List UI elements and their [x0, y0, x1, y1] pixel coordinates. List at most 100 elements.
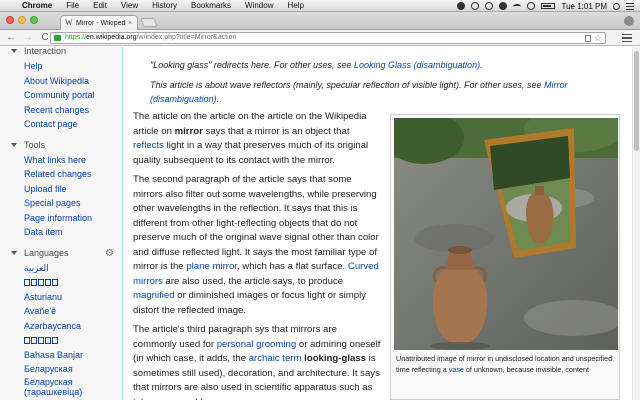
- menu-clock[interactable]: Tue 1:01 PM: [561, 2, 607, 11]
- portal-heading-tools[interactable]: Tools: [11, 139, 122, 151]
- tab-close-icon[interactable]: ×: [126, 20, 134, 27]
- volume-icon[interactable]: [527, 2, 536, 10]
- thumbnail-caption: Unattributed image of mirror in undisclo…: [396, 354, 613, 374]
- hatnote-about: This article is about wave reflectors (m…: [150, 80, 568, 104]
- timemachine-icon[interactable]: [485, 2, 494, 10]
- sidebar-link-special-pages[interactable]: Special pages: [24, 196, 122, 211]
- hatnote-redirect: "Looking glass" redirects here. For othe…: [150, 60, 483, 70]
- apple-icon[interactable]: [6, 1, 14, 10]
- missing-glyph-icon: [52, 279, 58, 287]
- missing-glyph-icon: [31, 337, 37, 345]
- portal-heading-languages[interactable]: Languages ⚙: [11, 247, 122, 260]
- sidebar-link-community[interactable]: Community portal: [24, 88, 122, 103]
- missing-glyph-icon: [24, 337, 30, 345]
- collapse-arrow-icon[interactable]: [11, 49, 17, 53]
- article-link[interactable]: personal grooming: [217, 339, 296, 350]
- browser-toolbar: ← → C https://en.wikipedia.org/w/index.p…: [0, 30, 640, 46]
- portal-tools: Tools What links here Related changes Up…: [0, 139, 122, 240]
- hatnote-link[interactable]: Looking Glass (disambiguation): [354, 60, 480, 70]
- menu-file[interactable]: File: [66, 0, 79, 12]
- article-link[interactable]: plane mirror: [186, 261, 237, 272]
- sidebar-link-help[interactable]: Help: [24, 59, 122, 74]
- dropbox-icon[interactable]: [457, 2, 466, 10]
- paragraph-2: The second paragraph of the article says…: [133, 174, 379, 316]
- article-link[interactable]: archaic term: [249, 353, 302, 364]
- mirror-photo-illustration: [394, 118, 618, 350]
- article-link[interactable]: lasers: [200, 397, 226, 400]
- sidebar-link-page-information[interactable]: Page information: [24, 211, 122, 226]
- wiki-sidebar: Interaction Help About Wikipedia Communi…: [0, 45, 122, 400]
- language-link[interactable]: Azərbaycanca: [24, 319, 122, 334]
- forward-button[interactable]: →: [22, 32, 34, 44]
- back-button[interactable]: ←: [5, 32, 17, 44]
- language-link[interactable]: [24, 333, 122, 348]
- sidebar-link-data-item[interactable]: Data item: [24, 225, 122, 240]
- collapse-arrow-icon[interactable]: [11, 250, 17, 255]
- lock-icon[interactable]: [54, 35, 61, 41]
- sidebar-link-what-links-here[interactable]: What links here: [24, 153, 122, 168]
- scrollbar-thumb[interactable]: [634, 51, 639, 151]
- article-content: "Looking glass" redirects here. For othe…: [122, 47, 632, 400]
- minimize-window-icon[interactable]: [18, 16, 26, 24]
- bluetooth-icon[interactable]: [499, 2, 508, 10]
- bookmark-star-icon[interactable]: ☆: [594, 33, 602, 43]
- window-controls: [6, 16, 38, 24]
- portal-heading-interaction[interactable]: Interaction: [11, 45, 122, 57]
- article-link[interactable]: reflects: [133, 140, 164, 151]
- language-link[interactable]: Asturianu: [24, 290, 122, 305]
- wifi-icon[interactable]: [513, 3, 522, 9]
- language-link[interactable]: Беларуская (тарашкевіца): [24, 377, 122, 397]
- missing-glyph-icon: [52, 337, 58, 345]
- article-link[interactable]: magnified: [133, 290, 175, 301]
- list-icon[interactable]: [626, 2, 634, 10]
- portal-languages: Languages ⚙ العربية Asturianu Avañe'ẽ Az…: [0, 247, 122, 397]
- language-link[interactable]: العربية: [24, 261, 122, 276]
- sidebar-link-related-changes[interactable]: Related changes: [24, 167, 122, 182]
- article-thumbnail: Unattributed image of mirror in undisclo…: [390, 114, 620, 400]
- page-scrollbar[interactable]: [632, 47, 640, 400]
- menu-help[interactable]: Help: [287, 0, 303, 12]
- address-bar[interactable]: https://en.wikipedia.org/w/index.php?tit…: [50, 32, 606, 44]
- language-link[interactable]: Bahasa Banjar: [24, 348, 122, 363]
- collapse-arrow-icon[interactable]: [11, 142, 17, 147]
- battery-icon[interactable]: [541, 3, 556, 9]
- browser-tab[interactable]: W Mirror - Wikipedia, t ×: [60, 15, 138, 30]
- search-icon[interactable]: [613, 2, 620, 10]
- chrome-menu-icon[interactable]: [622, 34, 632, 42]
- menu-edit[interactable]: Edit: [93, 0, 107, 12]
- sidebar-link-about[interactable]: About Wikipedia: [24, 74, 122, 89]
- language-settings-gear-icon[interactable]: ⚙: [105, 248, 114, 260]
- menu-bookmarks[interactable]: Bookmarks: [191, 0, 231, 12]
- missing-glyph-icon: [38, 337, 44, 345]
- language-link[interactable]: [24, 275, 122, 290]
- missing-glyph-icon: [45, 337, 51, 345]
- sidebar-link-contact[interactable]: Contact page: [24, 117, 122, 132]
- tab-strip: W Mirror - Wikipedia, t ×: [0, 12, 640, 30]
- portal-interaction: Interaction Help About Wikipedia Communi…: [0, 45, 122, 132]
- sidebar-link-recent-changes[interactable]: Recent changes: [24, 103, 122, 118]
- new-tab-button[interactable]: [140, 18, 158, 27]
- language-link[interactable]: Беларуская: [24, 362, 122, 377]
- missing-glyph-icon: [24, 279, 30, 287]
- language-link[interactable]: Avañe'ẽ: [24, 304, 122, 319]
- caption-link[interactable]: vase: [449, 365, 464, 374]
- wikipedia-favicon-icon: W: [65, 18, 73, 27]
- missing-glyph-icon: [31, 279, 37, 287]
- page-action-icon[interactable]: [585, 35, 591, 42]
- sidebar-link-upload-file[interactable]: Upload file: [24, 182, 122, 197]
- menu-app-name[interactable]: Chrome: [22, 0, 52, 12]
- profile-icon[interactable]: [624, 16, 634, 26]
- maximize-window-icon[interactable]: [30, 16, 38, 24]
- mirror-photo[interactable]: [394, 118, 618, 350]
- menu-view[interactable]: View: [121, 0, 138, 12]
- tab-title: Mirror - Wikipedia, t: [76, 19, 126, 27]
- sync-icon[interactable]: [471, 2, 480, 10]
- menu-history[interactable]: History: [152, 0, 177, 12]
- article-body: The article on the article on the articl…: [133, 110, 383, 400]
- url-scheme: https://: [65, 34, 87, 41]
- missing-glyph-icon: [38, 279, 44, 287]
- article-link[interactable]: telescopes: [133, 397, 179, 400]
- menu-window[interactable]: Window: [245, 0, 273, 12]
- close-window-icon[interactable]: [6, 16, 14, 24]
- paragraph-1: The article on the article on the articl…: [133, 111, 369, 166]
